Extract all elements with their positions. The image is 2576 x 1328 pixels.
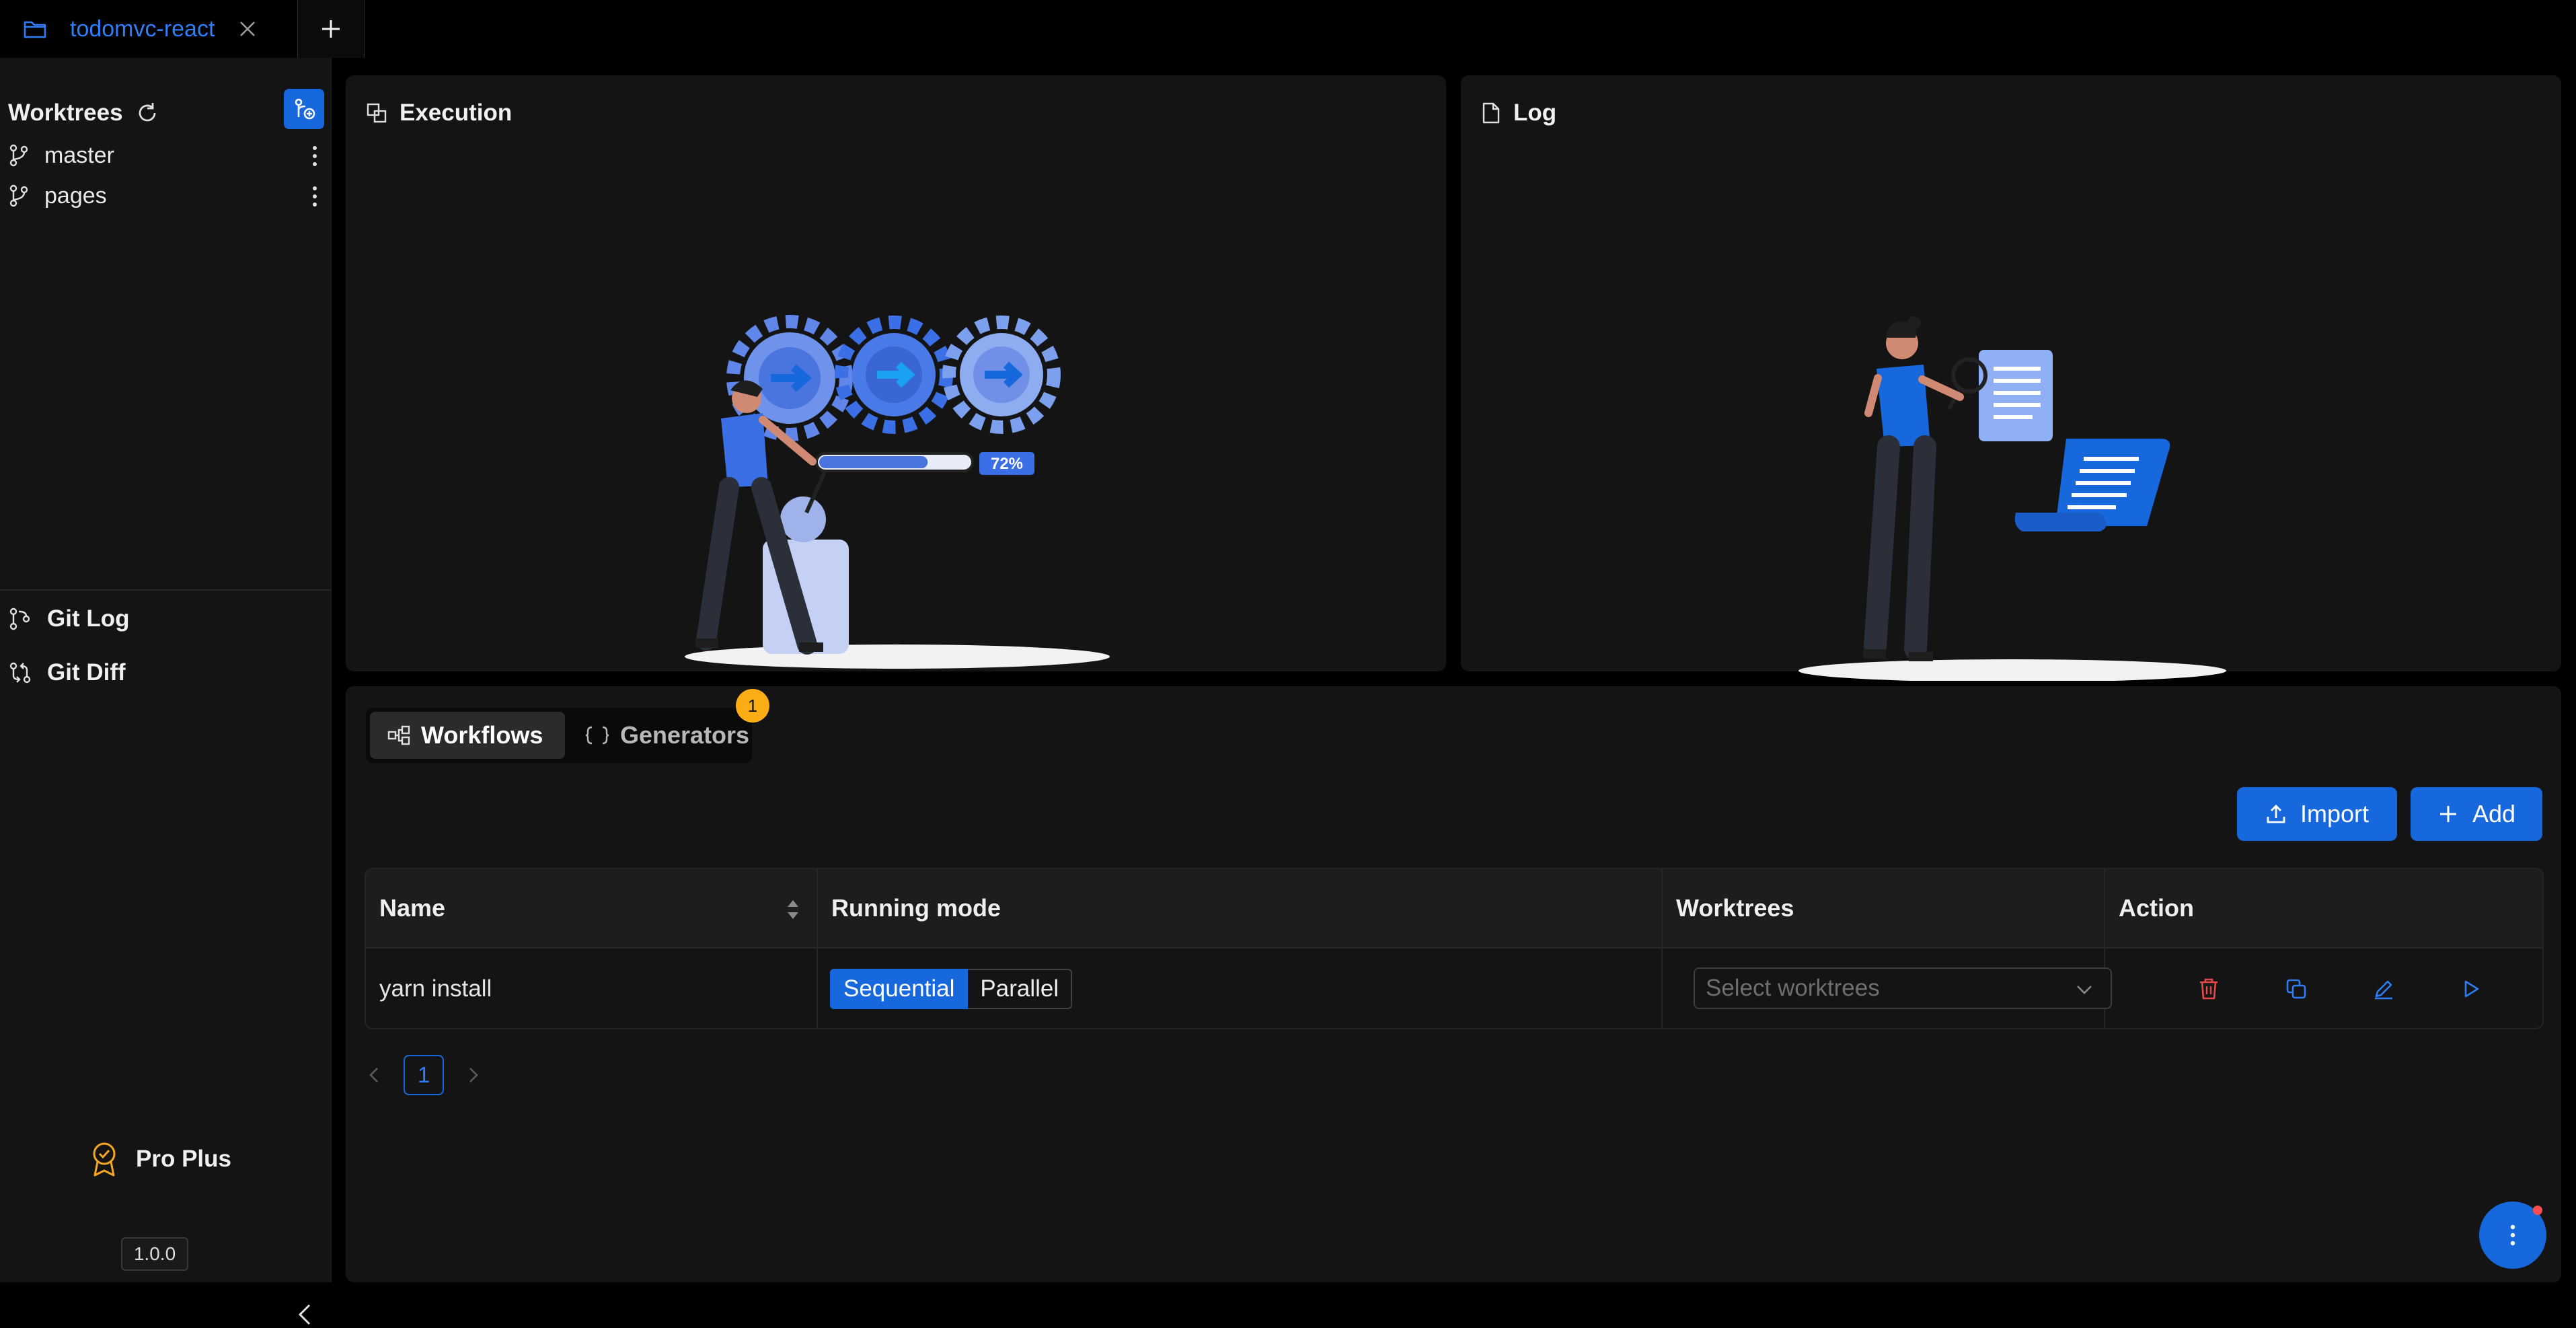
mode-sequential-option[interactable]: Sequential [830, 969, 969, 1009]
pagination: 1 [365, 1054, 483, 1097]
workflows-panel: Workflows Generators 1 Import Add Name R… [346, 686, 2561, 1282]
file-icon [1481, 102, 1501, 124]
edit-button[interactable] [2365, 970, 2402, 1008]
more-vertical-icon[interactable] [308, 183, 321, 210]
sidebar-item-git-log[interactable]: Git Log [8, 597, 324, 640]
close-icon[interactable] [237, 19, 258, 39]
git-log-icon [8, 607, 32, 631]
next-page-icon[interactable] [463, 1064, 483, 1086]
progress-text: 72% [991, 455, 1023, 473]
sidebar-item-git-diff[interactable]: Git Diff [8, 651, 324, 694]
copy-icon [2285, 977, 2308, 1000]
tab-todomvc-react[interactable]: todomvc-react [0, 0, 295, 58]
worktrees-title: Worktrees [8, 100, 123, 126]
refresh-icon[interactable] [135, 101, 159, 125]
worktrees-header: Worktrees [8, 93, 324, 133]
import-button[interactable]: Import [2237, 787, 2397, 841]
mode-parallel-option[interactable]: Parallel [968, 969, 1073, 1009]
worktree-item-master[interactable]: master [8, 136, 324, 175]
add-label: Add [2472, 800, 2516, 827]
previous-page-icon[interactable] [365, 1064, 385, 1086]
column-label: Worktrees [1676, 894, 1794, 922]
sidebar-item-label: Git Diff [47, 659, 126, 686]
column-header-action: Action [2105, 869, 2542, 947]
document-icon [1979, 350, 2053, 441]
tab-label: Generators [620, 721, 750, 749]
table-row-name: yarn install [366, 949, 817, 1028]
award-icon [87, 1140, 121, 1178]
folder-icon [23, 19, 47, 39]
worktree-label: master [44, 142, 114, 168]
column-divider [1661, 869, 1663, 1028]
worktree-item-pages[interactable]: pages [8, 176, 324, 215]
column-label: Name [379, 894, 446, 922]
git-diff-icon [8, 661, 32, 685]
sidebar-item-label: Git Log [47, 605, 130, 632]
braces-icon [585, 725, 609, 745]
generators-count-badge: 1 [736, 689, 769, 723]
column-label: Action [2119, 894, 2194, 922]
duplicate-button[interactable] [2277, 970, 2315, 1008]
column-divider [817, 869, 818, 1028]
sidebar: Worktrees master pages Git Log Git Diff … [0, 58, 332, 1325]
execution-icon [366, 102, 387, 124]
pencil-icon [2372, 977, 2395, 1000]
execution-header: Execution [366, 100, 512, 126]
workflow-tabs: Workflows Generators [366, 708, 752, 763]
page-number[interactable]: 1 [404, 1055, 444, 1095]
tab-bar: todomvc-react [0, 0, 2576, 58]
tab-label: Workflows [421, 721, 543, 749]
worktree-label: pages [44, 182, 107, 209]
new-tab-button[interactable] [297, 0, 365, 58]
version-tag: 1.0.0 [121, 1237, 188, 1271]
scroll-icon [2014, 439, 2170, 531]
worktrees-select[interactable]: Select worktrees [1694, 967, 2112, 1009]
column-header-name[interactable]: Name [366, 869, 817, 947]
tab-label: todomvc-react [70, 15, 215, 42]
plan-label: Pro Plus [136, 1146, 231, 1172]
select-placeholder: Select worktrees [1706, 975, 1880, 1001]
sidebar-divider [0, 589, 331, 591]
plan-badge[interactable]: Pro Plus [87, 1136, 231, 1183]
git-branch-icon [8, 184, 30, 208]
tab-workflows[interactable]: Workflows [370, 712, 565, 759]
delete-button[interactable] [2190, 970, 2228, 1008]
more-vertical-icon[interactable] [308, 143, 321, 170]
execution-panel: Execution 72% [346, 75, 1446, 671]
play-icon [2461, 978, 2481, 1000]
workflows-table: Name Running mode Worktrees Action yarn … [365, 868, 2544, 1029]
sort-icon[interactable] [784, 896, 802, 923]
workflow-icon [387, 725, 410, 745]
running-mode-toggle: Sequential Parallel [830, 969, 1073, 1009]
column-header-running-mode: Running mode [818, 869, 1663, 947]
trash-icon [2197, 977, 2220, 1001]
upload-icon [2265, 803, 2287, 825]
run-button[interactable] [2452, 970, 2490, 1008]
column-header-worktrees: Worktrees [1663, 869, 2105, 947]
execution-illustration: 72% [669, 237, 1126, 681]
chevron-down-icon [2074, 980, 2094, 1000]
plus-icon [2437, 803, 2459, 825]
git-branch-icon [8, 143, 30, 168]
collapse-sidebar-icon[interactable] [293, 1301, 317, 1328]
import-label: Import [2300, 800, 2370, 827]
panel-title: Log [1513, 100, 1557, 126]
workflow-name: yarn install [379, 975, 492, 1002]
plus-icon [319, 17, 342, 40]
progress-fill [819, 456, 928, 468]
more-vertical-icon [2506, 1222, 2520, 1249]
add-worktree-button[interactable] [284, 89, 324, 129]
tab-generators[interactable]: Generators [569, 712, 750, 759]
column-label: Running mode [831, 894, 1001, 922]
notification-dot [2533, 1206, 2542, 1215]
gear-icon [835, 316, 953, 434]
gear-icon [942, 316, 1061, 434]
panel-title: Execution [400, 100, 513, 126]
log-header: Log [1481, 100, 1556, 126]
log-panel: Log [1461, 75, 2561, 681]
log-illustration [1784, 237, 2241, 681]
branch-add-icon [292, 97, 316, 121]
add-button[interactable]: Add [2411, 787, 2542, 841]
